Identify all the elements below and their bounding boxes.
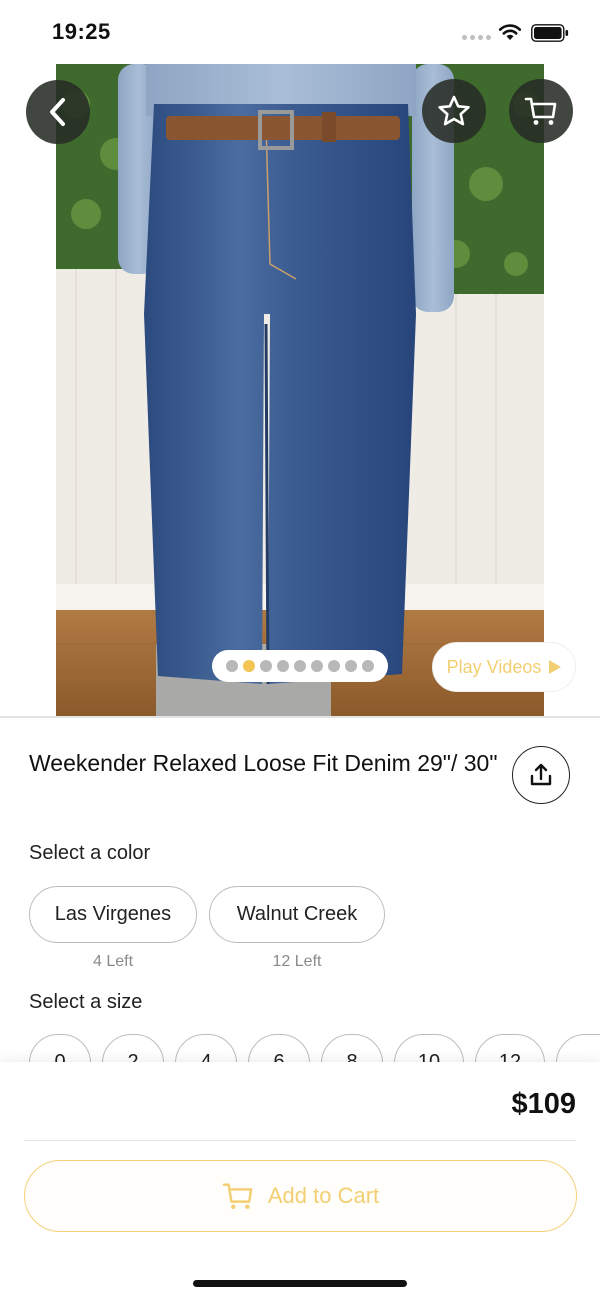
color-option-label: Las Virgenes: [54, 903, 172, 925]
purchase-panel: $109 Add to Cart: [0, 1062, 600, 1299]
gallery-pager[interactable]: [212, 650, 388, 682]
pager-dot[interactable]: [362, 660, 374, 672]
size-options: 0 2 4 6 8 10 12: [0, 1034, 600, 1064]
product-price: $109: [511, 1088, 576, 1120]
size-option-12[interactable]: 12: [475, 1034, 545, 1064]
signal-icon: [462, 35, 491, 40]
pager-dot[interactable]: [294, 660, 306, 672]
pager-dot[interactable]: [277, 660, 289, 672]
cart-icon: [524, 97, 557, 125]
pager-dot[interactable]: [243, 660, 255, 672]
pager-dot[interactable]: [345, 660, 357, 672]
favorite-button[interactable]: [422, 79, 486, 143]
stock-count: 12 Left: [272, 953, 322, 970]
color-option-label: Walnut Creek: [236, 903, 358, 925]
divider: [0, 716, 600, 718]
pager-dot[interactable]: [311, 660, 323, 672]
play-videos-label: Play Videos: [446, 656, 542, 677]
wifi-icon: [498, 24, 522, 40]
color-section-label: Select a color: [29, 842, 151, 864]
color-option-walnut-creek[interactable]: Walnut Creek: [209, 886, 385, 943]
battery-icon: [531, 24, 569, 42]
size-option-2[interactable]: 2: [102, 1034, 164, 1064]
home-indicator[interactable]: [193, 1280, 407, 1287]
share-upload-icon: [530, 763, 552, 786]
pager-dot[interactable]: [260, 660, 272, 672]
stock-count: 4 Left: [92, 953, 134, 970]
pager-dot[interactable]: [328, 660, 340, 672]
cart-button[interactable]: [509, 79, 573, 143]
divider: [24, 1140, 576, 1141]
product-photo: [56, 64, 544, 716]
size-option-4[interactable]: 4: [175, 1034, 237, 1064]
color-option-las-virgenes[interactable]: Las Virgenes: [29, 886, 197, 943]
size-option-10[interactable]: 10: [394, 1034, 464, 1064]
pager-dot[interactable]: [226, 660, 238, 672]
size-section-label: Select a size: [29, 991, 143, 1013]
play-videos-button[interactable]: Play Videos: [432, 642, 576, 692]
play-triangle-icon: [549, 660, 562, 674]
chevron-left-icon: [50, 98, 65, 126]
size-option-more[interactable]: [556, 1034, 600, 1064]
star-outline-icon: [438, 95, 470, 126]
share-button[interactable]: [512, 746, 570, 804]
size-option-8[interactable]: 8: [321, 1034, 383, 1064]
status-time: 19:25: [52, 19, 111, 44]
size-option-6[interactable]: 6: [248, 1034, 310, 1064]
back-button[interactable]: [26, 80, 90, 144]
product-title: Weekender Relaxed Loose Fit Denim 29"/ 3…: [29, 750, 498, 776]
product-gallery[interactable]: Play Videos: [0, 64, 600, 716]
add-to-cart-label: Add to Cart: [267, 1183, 380, 1208]
add-to-cart-button[interactable]: Add to Cart: [24, 1160, 577, 1232]
status-bar: 19:25: [0, 0, 600, 64]
cart-icon: [222, 1183, 253, 1210]
size-option-0[interactable]: 0: [29, 1034, 91, 1064]
